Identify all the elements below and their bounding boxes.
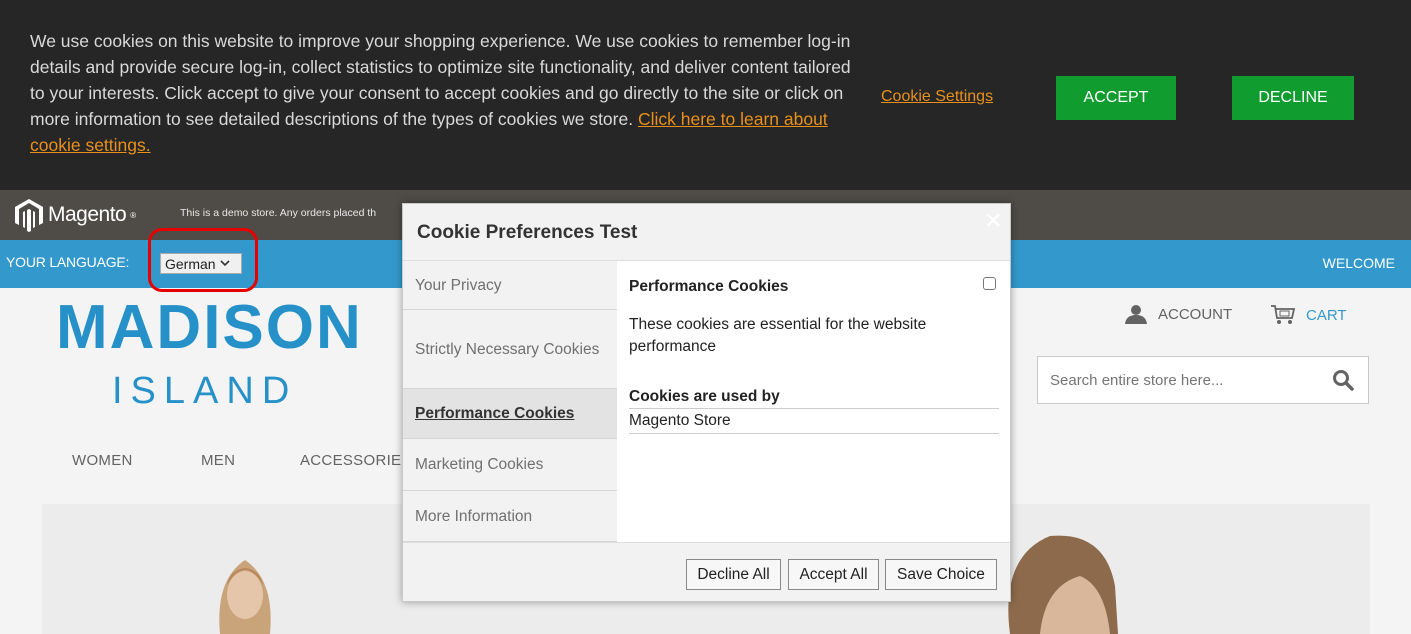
magento-logo-icon — [15, 199, 43, 232]
nav-item-men[interactable]: MEN — [201, 452, 235, 469]
language-highlight-annotation — [148, 228, 258, 292]
banner-accept-button[interactable]: ACCEPT — [1056, 76, 1176, 120]
language-label: YOUR LANGUAGE: — [6, 254, 130, 270]
search-icon[interactable] — [1332, 369, 1354, 391]
account-label: ACCOUNT — [1158, 305, 1233, 323]
banner-decline-button[interactable]: DECLINE — [1232, 76, 1354, 120]
cookies-used-by-value: Magento Store — [629, 412, 999, 434]
tab-content-panel: Performance Cookies These cookies are es… — [617, 261, 1010, 542]
close-icon[interactable]: × — [984, 206, 1002, 236]
magento-logo: Magento ® — [14, 197, 136, 233]
accept-all-button[interactable]: Accept All — [788, 559, 879, 590]
cart-icon — [1271, 305, 1296, 324]
cookie-banner-text: We use cookies on this website to improv… — [30, 31, 851, 155]
tab-marketing-cookies[interactable]: Marketing Cookies — [403, 439, 617, 491]
search-box — [1037, 356, 1369, 404]
nav-item-women[interactable]: WOMEN — [72, 452, 133, 469]
account-link[interactable]: ACCOUNT — [1124, 304, 1232, 324]
content-description: These cookies are essential for the webs… — [629, 316, 927, 355]
modal-title: Cookie Preferences Test — [417, 222, 638, 243]
store-logo-line1[interactable]: MADISON — [56, 292, 363, 363]
magento-logo-text: Magento — [48, 203, 127, 226]
cart-link[interactable]: CART — [1270, 304, 1347, 326]
decline-all-button[interactable]: Decline All — [686, 559, 781, 590]
user-icon — [1125, 305, 1147, 324]
modal-footer: Decline All Accept All Save Choice — [403, 542, 1010, 601]
welcome-text: WELCOME — [1322, 255, 1395, 271]
trademark-mark: ® — [130, 210, 137, 220]
content-title: Performance Cookies — [629, 278, 789, 295]
store-logo-line2[interactable]: ISLAND — [112, 370, 297, 413]
tab-strictly-necessary-cookies[interactable]: Strictly Necessary Cookies — [403, 310, 617, 389]
demo-store-notice: This is a demo store. Any orders placed … — [180, 207, 377, 219]
modal-header: Cookie Preferences Test × — [403, 204, 1010, 261]
hero-model-image-left — [219, 560, 271, 634]
hero-model-image-right — [1008, 535, 1118, 634]
search-input[interactable] — [1048, 371, 1308, 390]
performance-cookies-checkbox[interactable] — [983, 277, 996, 290]
tab-your-privacy[interactable]: Your Privacy — [403, 261, 617, 310]
tab-more-information[interactable]: More Information — [403, 491, 617, 542]
cookies-used-by-heading: Cookies are used by — [629, 388, 999, 409]
nav-item-accessories[interactable]: ACCESSORIE — [300, 452, 401, 469]
cart-label: CART — [1306, 306, 1347, 324]
save-choice-button[interactable]: Save Choice — [885, 559, 997, 590]
tab-performance-cookies[interactable]: Performance Cookies — [403, 389, 617, 439]
cookie-settings-link[interactable]: Cookie Settings — [881, 88, 993, 106]
cookie-banner: We use cookies on this website to improv… — [0, 0, 1411, 190]
cookie-preferences-modal: Cookie Preferences Test × Your Privacy S… — [402, 203, 1011, 602]
cookie-category-tabs: Your Privacy Strictly Necessary Cookies … — [403, 261, 617, 542]
